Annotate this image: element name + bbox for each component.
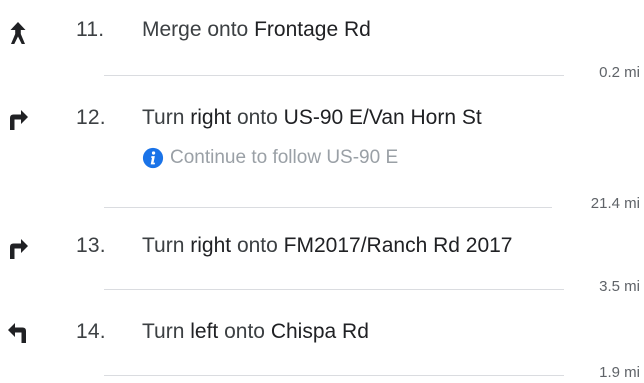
step-preposition: onto: [236, 106, 278, 129]
step-instruction: Turn right onto FM2017/Ranch Rd 2017: [142, 234, 512, 258]
step-distance: 0.2 mi: [599, 64, 640, 81]
step-instruction: Turn left onto Chispa Rd: [142, 320, 369, 344]
step-divider: [104, 289, 564, 290]
turn-left-icon: [6, 320, 30, 344]
info-icon: [142, 147, 164, 169]
step-direction: left: [190, 320, 219, 343]
turn-right-icon: [6, 236, 30, 260]
step-distance: 3.5 mi: [599, 278, 640, 295]
step-road: FM2017/Ranch Rd 2017: [283, 234, 513, 257]
directions-step-list: 11. Merge onto Frontage Rd 0.2 mi 12. Tu…: [0, 0, 644, 383]
step-verb: Turn: [142, 106, 185, 129]
step-number: 11.: [76, 18, 105, 41]
step-verb: Merge onto: [142, 18, 249, 41]
step-number: 14.: [76, 320, 106, 343]
step-distance: 21.4 mi: [590, 195, 640, 212]
step-verb: Turn: [142, 320, 185, 343]
step-divider: [104, 375, 564, 376]
step-number: 13.: [76, 234, 106, 257]
straight-merge-icon: [6, 21, 30, 45]
step-verb: Turn: [142, 234, 185, 257]
step-direction: right: [190, 106, 232, 129]
step-note-text: Continue to follow US-90 E: [170, 147, 399, 168]
turn-right-icon: [6, 107, 30, 131]
step-road: US-90 E/Van Horn St: [283, 106, 482, 129]
step-distance: 1.9 mi: [599, 364, 640, 381]
step-divider: [104, 207, 552, 208]
step-instruction: Turn right onto US-90 E/Van Horn St: [142, 106, 482, 130]
step-preposition: onto: [236, 234, 278, 257]
step-note: Continue to follow US-90 E: [142, 147, 398, 169]
step-road: Chispa Rd: [270, 320, 369, 343]
step-instruction: Merge onto Frontage Rd: [142, 18, 371, 42]
step-road: Frontage Rd: [254, 18, 371, 41]
step-number: 12.: [76, 106, 106, 129]
step-divider: [104, 75, 564, 76]
step-preposition: onto: [224, 320, 265, 343]
step-direction: right: [190, 234, 232, 257]
